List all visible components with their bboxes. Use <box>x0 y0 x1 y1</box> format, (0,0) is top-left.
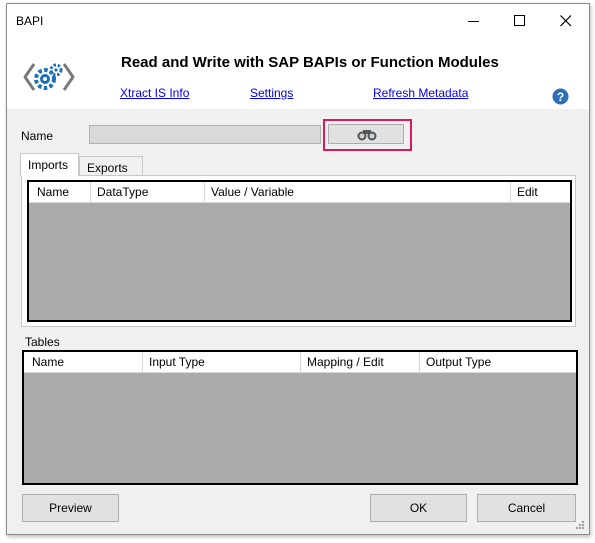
close-icon <box>560 15 572 27</box>
tables-column-name[interactable]: Name <box>26 352 143 372</box>
cancel-button[interactable]: Cancel <box>477 494 576 522</box>
settings-link[interactable]: Settings <box>250 86 293 100</box>
bapi-dialog: BAPI Read and Write with SAP BAPIs or Fu… <box>6 3 590 535</box>
window-title: BAPI <box>16 14 44 28</box>
maximize-icon <box>514 15 525 26</box>
imports-column-value[interactable]: Value / Variable <box>205 182 511 202</box>
minimize-icon <box>468 21 479 22</box>
tab-imports[interactable]: Imports <box>20 153 79 176</box>
ok-button[interactable]: OK <box>370 494 467 522</box>
imports-column-datatype[interactable]: DataType <box>91 182 205 202</box>
imports-column-name[interactable]: Name <box>31 182 91 202</box>
imports-grid[interactable]: Name DataType Value / Variable Edit <box>27 180 572 322</box>
tables-column-mapping-edit[interactable]: Mapping / Edit <box>301 352 420 372</box>
preview-button[interactable]: Preview <box>22 494 119 522</box>
minimize-button[interactable] <box>451 4 497 37</box>
tables-grid-header: Name Input Type Mapping / Edit Output Ty… <box>24 352 576 373</box>
search-function-button[interactable] <box>328 124 404 144</box>
tables-column-input-type[interactable]: Input Type <box>143 352 301 372</box>
app-gear-icon <box>23 63 75 91</box>
refresh-metadata-link[interactable]: Refresh Metadata <box>373 86 468 100</box>
tables-label: Tables <box>25 335 60 349</box>
name-field[interactable] <box>89 125 321 144</box>
binoculars-icon <box>357 130 377 141</box>
tables-grid[interactable]: Name Input Type Mapping / Edit Output Ty… <box>22 350 578 485</box>
title-bar: BAPI <box>7 4 589 37</box>
name-label: Name <box>21 129 54 143</box>
dialog-header: Read and Write with SAP BAPIs or Functio… <box>7 37 589 109</box>
close-button[interactable] <box>543 4 589 37</box>
tables-column-output-type[interactable]: Output Type <box>420 352 576 372</box>
svg-text:?: ? <box>557 90 564 104</box>
imports-grid-header: Name DataType Value / Variable Edit <box>29 182 570 203</box>
header-title: Read and Write with SAP BAPIs or Functio… <box>121 54 499 71</box>
tab-exports[interactable]: Exports <box>79 156 143 176</box>
resize-grip-icon[interactable] <box>575 520 585 530</box>
imports-column-edit[interactable]: Edit <box>511 182 570 202</box>
help-icon[interactable]: ? <box>552 88 569 105</box>
xtract-info-link[interactable]: Xtract IS Info <box>120 86 189 100</box>
maximize-button[interactable] <box>497 4 543 37</box>
